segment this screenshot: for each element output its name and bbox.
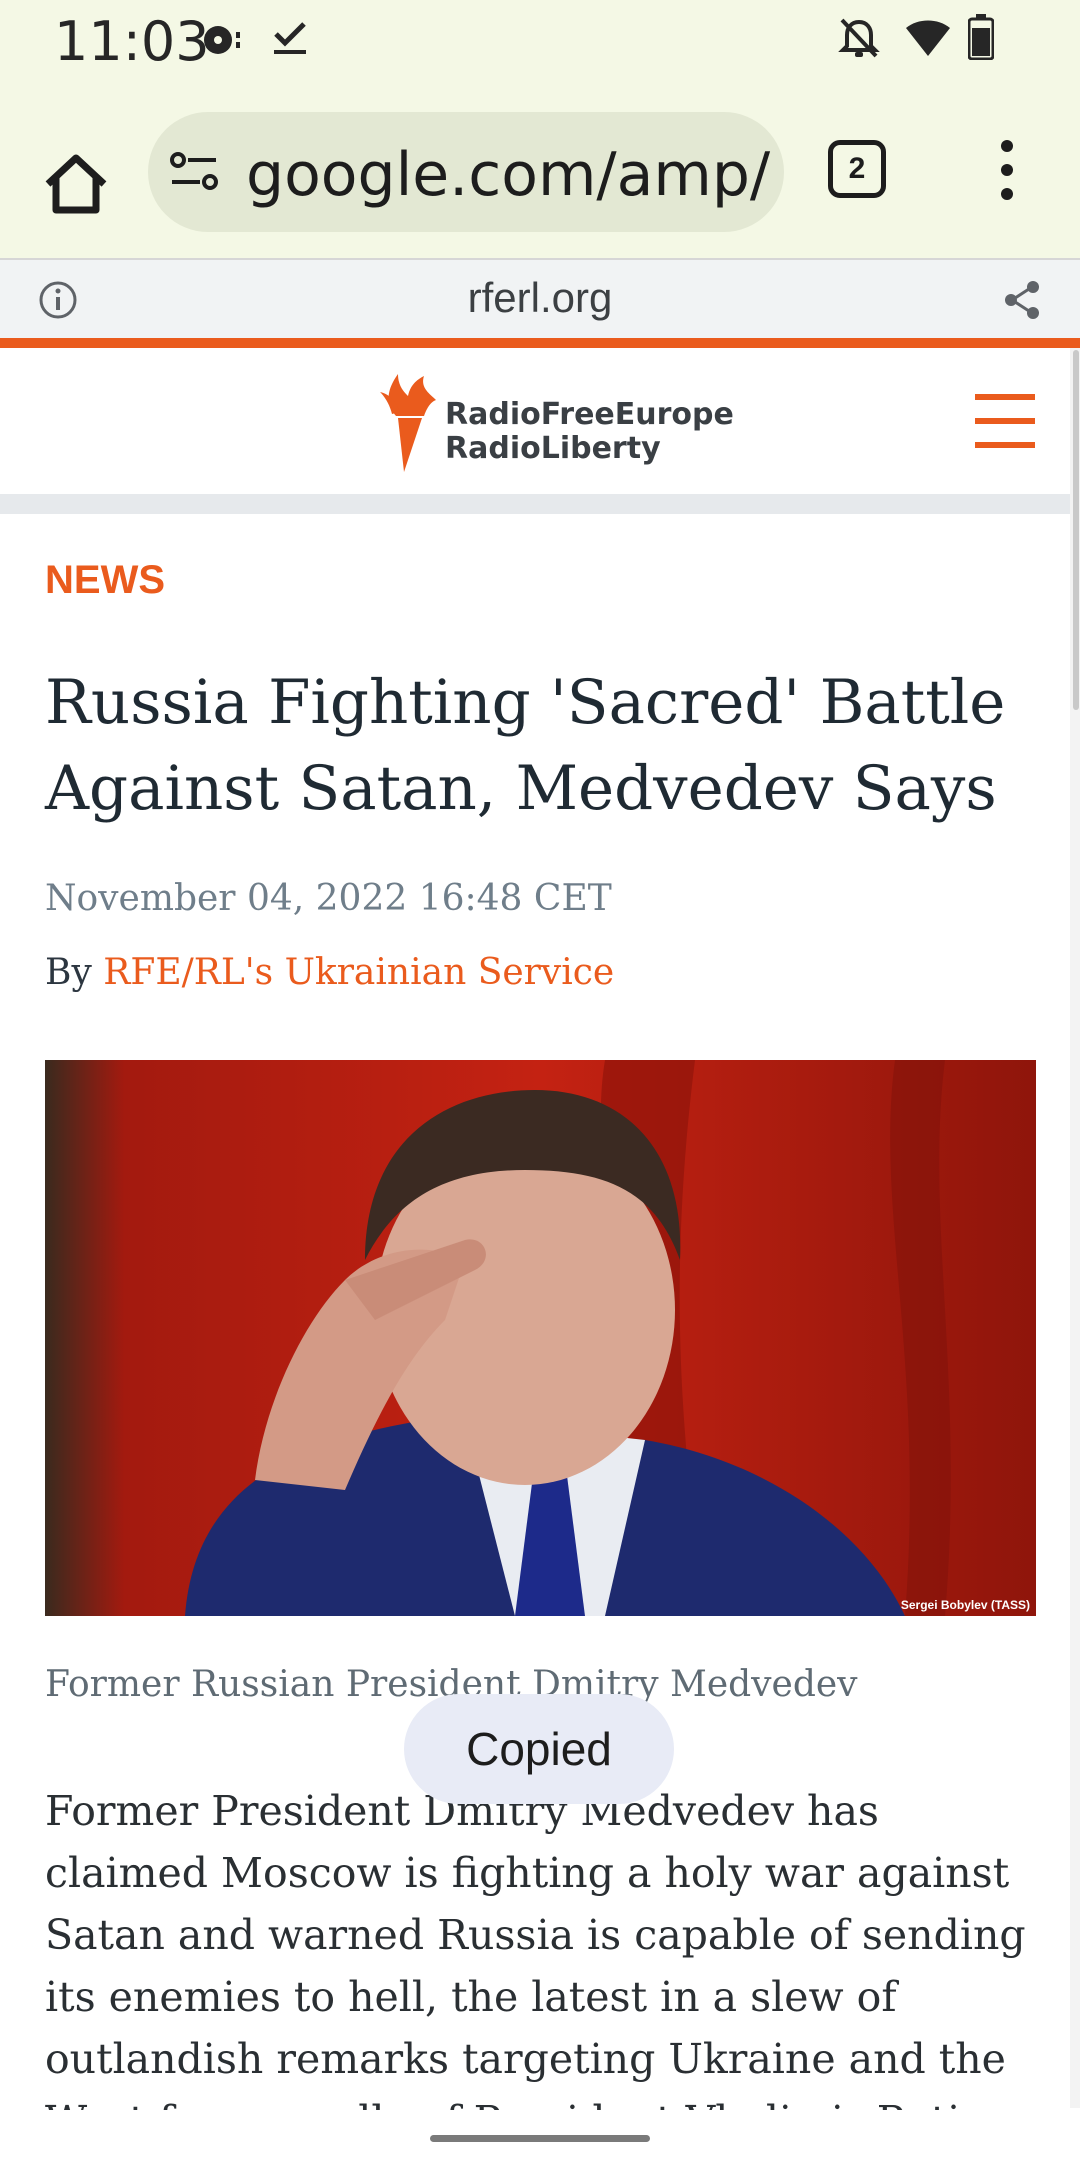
battery-icon: [968, 14, 994, 60]
torch-logo-icon[interactable]: [380, 372, 440, 472]
amp-domain: rferl.org: [467, 274, 613, 321]
logo-line-2: RadioLiberty: [445, 431, 661, 466]
logo-line-1: RadioFreeEurope: [445, 397, 734, 432]
byline-prefix: By: [45, 952, 104, 993]
site-header: RadioFreeEurope RadioLiberty: [0, 348, 1070, 496]
wifi-icon: [906, 20, 950, 56]
home-icon[interactable]: [40, 148, 112, 220]
medvedev-photo-image: [45, 1060, 1036, 1616]
status-time: 11:03: [54, 10, 210, 73]
copied-toast: Copied: [404, 1694, 674, 1804]
gesture-nav-handle[interactable]: [430, 2135, 650, 2142]
browser-menu-icon[interactable]: [988, 140, 1026, 202]
site-logo[interactable]: RadioFreeEurope RadioLiberty: [445, 398, 734, 466]
url-text: google.com/amp/: [246, 140, 771, 210]
article-body: Former President Dmitry Medvedev has cla…: [45, 1787, 1026, 2110]
site-settings-icon[interactable]: [170, 152, 220, 192]
article-date: November 04, 2022 16:48 CET: [45, 878, 612, 919]
article-category[interactable]: NEWS: [45, 558, 165, 603]
amp-header-bar: rferl.org: [0, 258, 1080, 340]
author-link[interactable]: RFE/RL's Ukrainian Service: [103, 952, 614, 993]
address-bar[interactable]: google.com/amp/: [148, 112, 784, 232]
notifications-off-icon: [838, 18, 880, 58]
browser-toolbar: google.com/amp/ 2: [0, 110, 1080, 258]
article-byline: By RFE/RL's Ukrainian Service: [45, 952, 614, 993]
check-icon: [274, 22, 306, 54]
share-icon[interactable]: [1000, 278, 1044, 322]
tab-switcher-button[interactable]: 2: [828, 140, 886, 198]
header-shadow: [0, 496, 1070, 514]
hamburger-menu-icon[interactable]: [975, 394, 1035, 450]
scrollbar-thumb[interactable]: [1073, 350, 1079, 710]
status-bar: 11:03: [0, 0, 1080, 110]
accent-divider: [0, 338, 1080, 348]
article-headline: Russia Fighting 'Sacred' Battle Against …: [45, 667, 1006, 824]
article-photo: Sergei Bobylev (TASS): [45, 1060, 1036, 1616]
photo-credit: Sergei Bobylev (TASS): [900, 1598, 1030, 1612]
media-sync-icon: [204, 26, 240, 54]
